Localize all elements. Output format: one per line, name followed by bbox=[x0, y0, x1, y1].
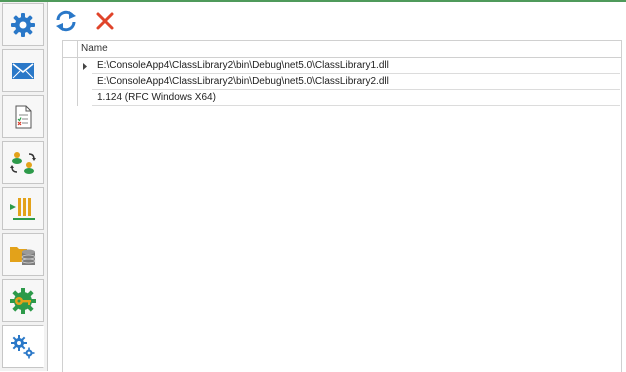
row-indicator[interactable] bbox=[63, 58, 78, 74]
document-checklist-icon bbox=[15, 105, 32, 128]
sidebar-item-document[interactable] bbox=[2, 95, 44, 138]
key-gear-icon bbox=[10, 287, 36, 314]
tree-row[interactable]: E:\ConsoleApp4\ClassLibrary2\bin\Debug\n… bbox=[92, 58, 620, 74]
gear-icon bbox=[11, 12, 35, 37]
chevron-right-icon bbox=[83, 62, 87, 70]
close-icon bbox=[96, 12, 114, 30]
row-indicator[interactable] bbox=[63, 90, 78, 106]
toolbar bbox=[48, 2, 626, 40]
sidebar-item-settings[interactable] bbox=[2, 3, 44, 46]
bars-import-icon bbox=[10, 197, 35, 220]
sidebar-item-import[interactable] bbox=[2, 187, 44, 230]
header-indicator-cell bbox=[63, 41, 78, 57]
sidebar-item-sync[interactable] bbox=[2, 141, 44, 184]
sidebar-item-options[interactable] bbox=[2, 325, 44, 368]
refresh-icon bbox=[56, 10, 76, 32]
sidebar-item-keys[interactable] bbox=[2, 279, 44, 322]
sidebar bbox=[0, 2, 48, 371]
close-button[interactable] bbox=[92, 9, 118, 33]
column-header-name[interactable]: Name bbox=[81, 43, 108, 54]
sidebar-item-storage[interactable] bbox=[2, 233, 44, 276]
tree-grid[interactable]: Name E:\ConsoleApp4\ClassLibrary2\bin\De… bbox=[62, 40, 622, 372]
tree-row[interactable]: E:\ConsoleApp4\ClassLibrary2\bin\Debug\n… bbox=[92, 74, 620, 90]
settings-gears-icon bbox=[11, 334, 35, 358]
row-indicator[interactable] bbox=[63, 74, 78, 90]
refresh-button[interactable] bbox=[53, 9, 79, 33]
grid-header: Name bbox=[63, 41, 621, 58]
tree-row-label: 1.124 (RFC Windows X64) bbox=[97, 92, 216, 103]
tree-row-label: E:\ConsoleApp4\ClassLibrary2\bin\Debug\n… bbox=[97, 60, 389, 71]
sidebar-item-mail[interactable] bbox=[2, 49, 44, 92]
expand-toggle[interactable] bbox=[78, 58, 92, 74]
tree-row[interactable]: 1.124 (RFC Windows X64) bbox=[92, 90, 620, 106]
main-panel: Name E:\ConsoleApp4\ClassLibrary2\bin\De… bbox=[48, 2, 626, 372]
tree-row-label: E:\ConsoleApp4\ClassLibrary2\bin\Debug\n… bbox=[97, 76, 389, 87]
people-sync-icon bbox=[10, 151, 36, 174]
folder-database-icon bbox=[10, 246, 36, 265]
envelope-icon bbox=[12, 62, 34, 79]
